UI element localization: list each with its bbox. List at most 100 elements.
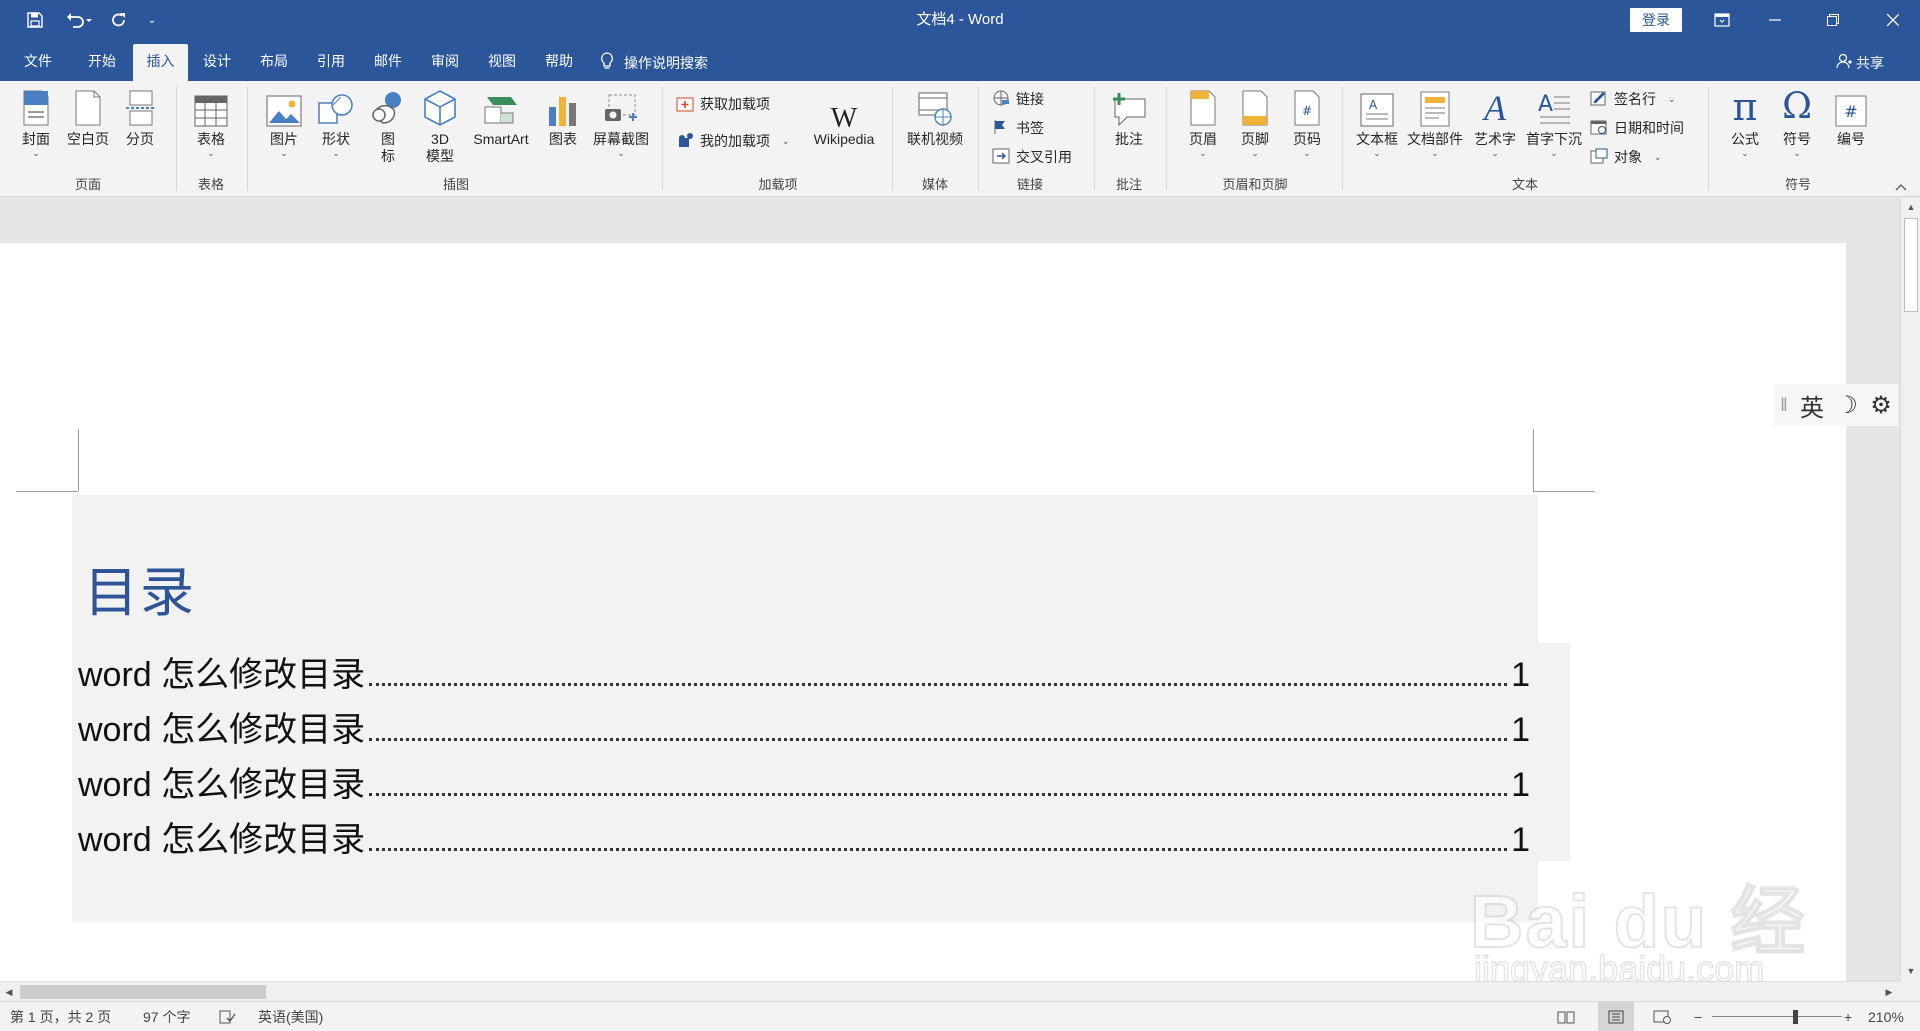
scroll-up-icon[interactable]: ▲ bbox=[1901, 198, 1920, 216]
gear-icon[interactable]: ⚙ bbox=[1870, 391, 1892, 420]
get-addins-button[interactable]: 获取加载项 bbox=[676, 91, 770, 117]
page-count-status[interactable]: 第 1 页，共 2 页 bbox=[10, 1002, 111, 1031]
bookmark-button[interactable]: 书签 bbox=[992, 115, 1044, 141]
scroll-right-icon[interactable]: ▶ bbox=[1880, 982, 1898, 1002]
restore-icon[interactable] bbox=[1810, 0, 1856, 40]
vertical-scrollbar[interactable]: ▲ ▼ bbox=[1900, 198, 1920, 981]
smartart-button[interactable]: SmartArt bbox=[466, 85, 536, 148]
wordart-button[interactable]: A 艺术字 ⌄ bbox=[1470, 85, 1520, 158]
shapes-icon bbox=[317, 85, 355, 127]
icons-icon bbox=[369, 85, 407, 127]
horizontal-scrollbar[interactable]: ◀ ▶ bbox=[0, 981, 1900, 1001]
tab-references[interactable]: 引用 bbox=[307, 44, 355, 81]
new-comment-button[interactable]: 批注 bbox=[1106, 85, 1152, 148]
zoom-out-button[interactable]: − bbox=[1694, 1002, 1702, 1031]
pictures-button[interactable]: 图片 ⌄ bbox=[262, 85, 306, 158]
tab-layout[interactable]: 布局 bbox=[250, 44, 298, 81]
wikipedia-icon: W bbox=[830, 103, 858, 134]
ime-grip-handle[interactable]: ‖ bbox=[1780, 395, 1787, 416]
document-canvas[interactable]: 目录 word 怎么修改目录 1 word 怎么修改目录 1 word 怎么修改… bbox=[0, 198, 1900, 981]
margin-mark bbox=[16, 491, 78, 492]
horizontal-scroll-thumb[interactable] bbox=[20, 985, 266, 999]
share-button[interactable]: 共享 bbox=[1836, 44, 1884, 81]
tab-review[interactable]: 审阅 bbox=[421, 44, 469, 81]
dropdown-arrow-icon: ⌄ bbox=[1793, 148, 1801, 158]
tab-mailings[interactable]: 邮件 bbox=[364, 44, 412, 81]
page-break-icon bbox=[125, 85, 155, 127]
object-button[interactable]: 对象 ⌄ bbox=[1590, 144, 1662, 170]
scroll-down-icon[interactable]: ▼ bbox=[1901, 962, 1920, 980]
zoom-level[interactable]: 210% bbox=[1868, 1002, 1904, 1031]
close-icon[interactable] bbox=[1866, 0, 1920, 40]
cover-page-button[interactable]: 封面 ⌄ bbox=[14, 85, 58, 158]
ime-toolbar[interactable]: ‖ 英 ☽ ⚙ bbox=[1774, 384, 1898, 426]
save-icon[interactable] bbox=[20, 0, 50, 40]
table-button[interactable]: 表格 ⌄ bbox=[188, 85, 234, 158]
group-label-pages: 页面 bbox=[74, 177, 101, 192]
drop-cap-icon: A bbox=[1536, 85, 1572, 127]
group-label-illustrations: 插图 bbox=[442, 177, 469, 192]
word-count-status[interactable]: 97 个字 bbox=[143, 1002, 190, 1031]
document-page[interactable]: 目录 word 怎么修改目录 1 word 怎么修改目录 1 word 怎么修改… bbox=[0, 243, 1846, 981]
toc-entry[interactable]: word 怎么修改目录 1 bbox=[78, 647, 1530, 695]
link-button[interactable]: 链接 bbox=[992, 86, 1044, 112]
cross-reference-button[interactable]: 交叉引用 bbox=[992, 144, 1072, 170]
tab-help[interactable]: 帮助 bbox=[535, 44, 583, 81]
login-button[interactable]: 登录 bbox=[1630, 8, 1682, 32]
dropdown-arrow-icon: ⌄ bbox=[617, 148, 625, 158]
my-addins-button[interactable]: 我的加载项 ⌄ bbox=[676, 128, 790, 154]
toc-entry[interactable]: word 怎么修改目录 1 bbox=[78, 702, 1530, 750]
minimize-icon[interactable] bbox=[1752, 0, 1798, 40]
toc-entry[interactable]: word 怎么修改目录 1 bbox=[78, 757, 1530, 805]
icons-button[interactable]: 图标 bbox=[366, 85, 410, 165]
screenshot-button[interactable]: 屏幕截图 ⌄ bbox=[588, 85, 654, 158]
vertical-scroll-thumb[interactable] bbox=[1904, 218, 1918, 312]
collapse-ribbon-icon[interactable] bbox=[1895, 180, 1907, 194]
toc-heading[interactable]: 目录 bbox=[84, 548, 196, 627]
tab-view[interactable]: 视图 bbox=[478, 44, 526, 81]
customize-qat-icon[interactable]: ⌄ bbox=[142, 0, 162, 40]
web-layout-icon[interactable] bbox=[1650, 1002, 1674, 1031]
tell-me-search[interactable]: 操作说明搜索 bbox=[600, 44, 708, 81]
equation-button[interactable]: π 公式 ⌄ bbox=[1720, 85, 1770, 158]
scroll-left-icon[interactable]: ◀ bbox=[0, 982, 18, 1002]
group-label-tables: 表格 bbox=[197, 177, 224, 192]
tab-design[interactable]: 设计 bbox=[193, 44, 241, 81]
text-box-button[interactable]: A 文本框 ⌄ bbox=[1352, 85, 1402, 158]
blank-page-button[interactable]: 空白页 bbox=[62, 85, 114, 148]
undo-icon[interactable] bbox=[58, 0, 100, 40]
number-button[interactable]: # 编号 bbox=[1826, 85, 1876, 148]
header-button[interactable]: 页眉 ⌄ bbox=[1180, 85, 1226, 158]
toc-leader-dots bbox=[369, 793, 1508, 796]
group-label-text: 文本 bbox=[1511, 177, 1538, 192]
tab-home[interactable]: 开始 bbox=[78, 44, 126, 81]
zoom-in-button[interactable]: + bbox=[1844, 1002, 1852, 1031]
shapes-button[interactable]: 形状 ⌄ bbox=[314, 85, 358, 158]
symbol-button[interactable]: Ω 符号 ⌄ bbox=[1772, 85, 1822, 159]
chart-button[interactable]: 图表 bbox=[541, 85, 585, 148]
toc-entry[interactable]: word 怎么修改目录 1 bbox=[78, 812, 1530, 860]
online-video-button[interactable]: 联机视频 bbox=[900, 85, 970, 148]
print-layout-icon[interactable] bbox=[1598, 1002, 1634, 1031]
signature-line-button[interactable]: 签名行 ⌄ bbox=[1590, 86, 1676, 112]
tab-file[interactable]: 文件 bbox=[14, 44, 62, 81]
footer-button[interactable]: 页脚 ⌄ bbox=[1232, 85, 1278, 158]
tab-insert[interactable]: 插入 bbox=[133, 44, 188, 81]
object-icon bbox=[1590, 148, 1608, 167]
ribbon-display-options-icon[interactable] bbox=[1700, 0, 1744, 40]
3d-models-button[interactable]: 3D 模型 bbox=[418, 85, 462, 165]
wikipedia-button[interactable]: W Wikipedia bbox=[802, 85, 886, 148]
page-break-button[interactable]: 分页 bbox=[118, 85, 162, 148]
read-mode-icon[interactable] bbox=[1554, 1002, 1578, 1031]
language-status[interactable]: 英语(美国) bbox=[258, 1002, 323, 1031]
moon-icon[interactable]: ☽ bbox=[1836, 391, 1858, 420]
zoom-slider-thumb[interactable] bbox=[1792, 1010, 1798, 1024]
redo-icon[interactable] bbox=[104, 0, 134, 40]
quick-parts-button[interactable]: 文档部件 ⌄ bbox=[1404, 85, 1466, 158]
ime-language-mode[interactable]: 英 bbox=[1800, 388, 1824, 423]
date-time-button[interactable]: 日期和时间 bbox=[1590, 115, 1684, 141]
page-number-button[interactable]: # 页码 ⌄ bbox=[1284, 85, 1330, 158]
proofing-icon[interactable] bbox=[218, 1002, 236, 1031]
drop-cap-button[interactable]: A 首字下沉 ⌄ bbox=[1522, 85, 1586, 158]
zoom-slider-track[interactable] bbox=[1712, 1016, 1842, 1017]
